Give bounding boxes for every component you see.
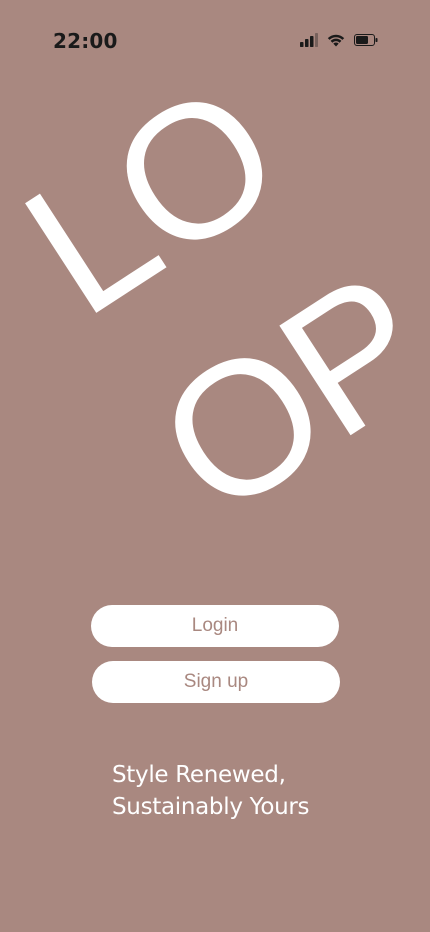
tagline-line-2: Sustainably Yours [112, 794, 310, 820]
tagline: Style Renewed, Sustainably Yours [112, 759, 310, 823]
tagline-line-1: Style Renewed, [112, 762, 286, 788]
loop-logo: LO OP [0, 0, 430, 560]
login-button[interactable]: Login [91, 605, 339, 647]
signup-button[interactable]: Sign up [92, 661, 340, 703]
